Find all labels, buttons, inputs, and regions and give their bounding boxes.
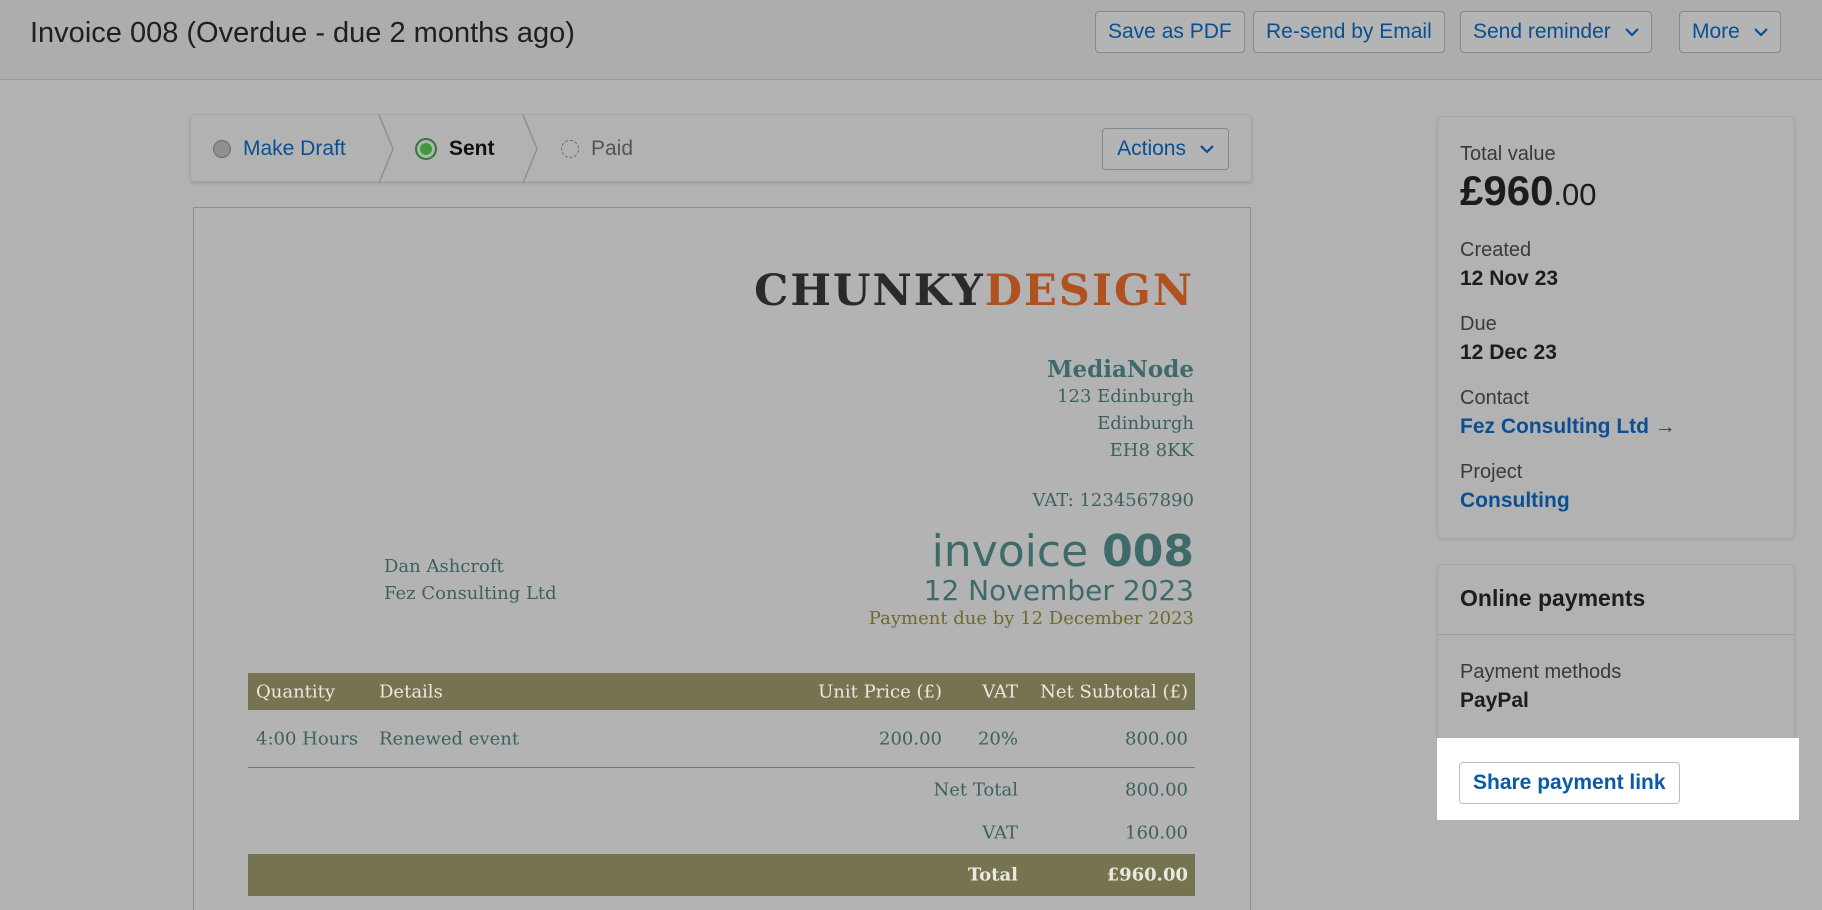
total-value-main: £960 xyxy=(1460,167,1554,214)
vat-total-label: VAT xyxy=(982,822,1018,843)
step-sent-label: Sent xyxy=(449,137,495,160)
radio-pending-icon xyxy=(561,140,579,158)
total-value: £960.00 xyxy=(1460,167,1597,215)
vat-number: VAT: 1234567890 xyxy=(1032,490,1194,511)
sender-address-line: 123 Edinburgh xyxy=(1057,386,1194,407)
resend-email-label: Re-send by Email xyxy=(1266,20,1432,43)
chevron-down-icon xyxy=(1200,144,1214,154)
recipient-address: Dan Ashcroft Fez Consulting Ltd xyxy=(384,553,557,607)
resend-email-button[interactable]: Re-send by Email xyxy=(1253,11,1445,53)
table-row: 4:00 Hours Renewed event 200.00 20% 800.… xyxy=(248,710,1195,768)
cell-vat: 20% xyxy=(977,728,1018,749)
save-as-pdf-button[interactable]: Save as PDF xyxy=(1095,11,1245,53)
step-sent: Sent xyxy=(415,115,495,183)
contact-label: Contact xyxy=(1460,387,1529,409)
table-header: Quantity Details Unit Price (£) VAT Net … xyxy=(248,673,1195,710)
sender-name: MediaNode xyxy=(1047,356,1194,383)
col-details: Details xyxy=(379,681,443,702)
share-payment-link-button[interactable]: Share payment link xyxy=(1459,762,1680,804)
invoice-preview: CHUNKYDESIGN MediaNode 123 Edinburgh Edi… xyxy=(193,207,1251,910)
cell-quantity: 4:00 Hours xyxy=(256,728,359,749)
total-value-label: Total value xyxy=(1460,143,1556,165)
online-payments-title: Online payments xyxy=(1460,585,1646,611)
vat-total-row: VAT 160.00 xyxy=(248,811,1195,854)
grand-total-row: Total £960.00 xyxy=(248,854,1195,896)
more-label: More xyxy=(1692,20,1740,43)
recipient-company: Fez Consulting Ltd xyxy=(384,583,557,604)
col-vat: VAT xyxy=(982,681,1018,702)
step-paid: Paid xyxy=(561,115,633,183)
payment-due-text: Payment due by 12 December 2023 xyxy=(868,608,1194,629)
grand-total-label: Total xyxy=(967,864,1018,886)
invoice-number: 008 xyxy=(1102,526,1194,577)
invoice-word: invoice xyxy=(931,526,1089,577)
send-reminder-label: Send reminder xyxy=(1473,20,1611,43)
online-payments-panel: Online payments Payment methods PayPal xyxy=(1437,564,1795,738)
invoice-summary-panel: Total value £960.00 Created 12 Nov 23 Du… xyxy=(1437,116,1795,539)
send-reminder-button[interactable]: Send reminder xyxy=(1460,11,1652,53)
radio-selected-icon xyxy=(415,138,437,160)
created-label: Created xyxy=(1460,239,1532,261)
step-make-draft-label: Make Draft xyxy=(243,137,346,160)
cell-unit-price: 200.00 xyxy=(879,728,942,749)
cell-details: Renewed event xyxy=(379,728,520,749)
step-make-draft[interactable]: Make Draft xyxy=(213,115,346,183)
sender-address-line: Edinburgh xyxy=(1097,413,1194,434)
page-header: Invoice 008 (Overdue - due 2 months ago)… xyxy=(0,0,1822,80)
invoice-heading: invoice 008 xyxy=(932,526,1194,577)
invoice-date: 12 November 2023 xyxy=(923,574,1194,607)
total-value-cents: .00 xyxy=(1553,177,1597,212)
divider xyxy=(1438,634,1794,635)
page-title: Invoice 008 (Overdue - due 2 months ago) xyxy=(30,17,575,49)
step-paid-label: Paid xyxy=(591,137,634,160)
contact-link[interactable]: Fez Consulting Ltd → xyxy=(1460,415,1676,439)
due-label: Due xyxy=(1460,313,1497,335)
invoice-status-bar: Make Draft Sent Paid Actions xyxy=(190,114,1252,183)
recipient-person: Dan Ashcroft xyxy=(384,556,504,577)
radio-empty-icon xyxy=(213,140,231,158)
net-total-row: Net Total 800.00 xyxy=(248,768,1195,811)
share-link-section: Share payment link xyxy=(1437,738,1799,820)
actions-button[interactable]: Actions xyxy=(1102,128,1229,170)
sender-postcode: EH8 8KK xyxy=(1109,440,1194,461)
net-total-value: 800.00 xyxy=(1125,779,1188,800)
company-logo: CHUNKYDESIGN xyxy=(754,266,1194,316)
actions-label: Actions xyxy=(1117,137,1186,160)
more-button[interactable]: More xyxy=(1679,11,1781,53)
net-total-label: Net Total xyxy=(933,779,1018,800)
created-date: 12 Nov 23 xyxy=(1460,267,1559,290)
payment-methods-label: Payment methods xyxy=(1460,661,1622,683)
line-items-table: Quantity Details Unit Price (£) VAT Net … xyxy=(248,673,1195,896)
step-separator xyxy=(378,115,394,183)
step-separator xyxy=(522,115,538,183)
grand-total-value: £960.00 xyxy=(1106,864,1188,886)
due-date: 12 Dec 23 xyxy=(1460,341,1557,364)
col-unit-price: Unit Price (£) xyxy=(818,681,942,702)
cell-net-subtotal: 800.00 xyxy=(1125,728,1188,749)
col-net-subtotal: Net Subtotal (£) xyxy=(1040,681,1188,702)
project-link[interactable]: Consulting xyxy=(1460,489,1570,513)
project-label: Project xyxy=(1460,461,1523,483)
logo-part-1: CHUNKY xyxy=(754,266,985,316)
chevron-down-icon xyxy=(1624,27,1639,37)
col-quantity: Quantity xyxy=(256,681,336,702)
sender-address: MediaNode 123 Edinburgh Edinburgh EH8 8K… xyxy=(1047,356,1194,464)
share-payment-link-label: Share payment link xyxy=(1473,771,1666,794)
chevron-down-icon xyxy=(1754,27,1768,37)
vat-total-value: 160.00 xyxy=(1125,822,1188,843)
payment-methods-value: PayPal xyxy=(1460,689,1529,712)
save-as-pdf-label: Save as PDF xyxy=(1108,20,1232,43)
logo-part-2: DESIGN xyxy=(984,266,1194,316)
